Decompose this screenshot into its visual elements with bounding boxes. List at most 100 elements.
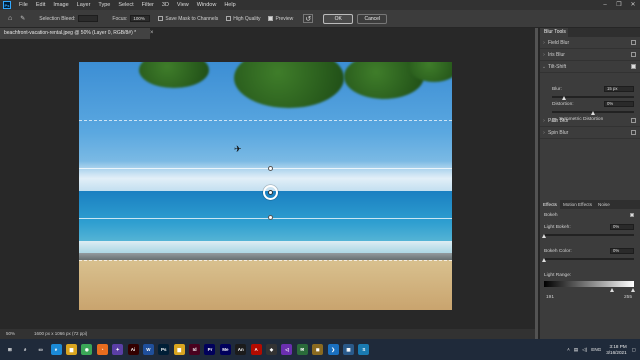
- menu-3d[interactable]: 3D: [158, 2, 173, 8]
- tilt-shift-handle-bottom[interactable]: [268, 215, 273, 220]
- canvas-area[interactable]: ✈: [0, 39, 535, 329]
- app-icon[interactable]: ▦: [342, 344, 354, 355]
- symmetric-distortion-checkbox[interactable]: [552, 118, 556, 122]
- menu-window[interactable]: Window: [193, 2, 221, 8]
- menu-type[interactable]: Type: [94, 2, 114, 8]
- chrome-icon[interactable]: ◉: [81, 344, 93, 355]
- tilt-shift-feather-line-bottom[interactable]: [79, 260, 452, 261]
- chevron-right-icon[interactable]: ›: [540, 40, 548, 46]
- menu-layer[interactable]: Layer: [73, 2, 95, 8]
- minimize-icon[interactable]: –: [598, 0, 612, 10]
- tilt-shift-handle-top[interactable]: [268, 166, 273, 171]
- photoshop-icon[interactable]: Ps: [158, 344, 170, 355]
- light-range-knob-min[interactable]: [610, 288, 614, 292]
- chevron-right-icon[interactable]: ›: [540, 52, 548, 58]
- light-bokeh-slider-track[interactable]: [544, 234, 634, 236]
- windows-start-icon[interactable]: ⊞: [4, 344, 16, 355]
- edge-icon[interactable]: e: [50, 344, 62, 355]
- document-info[interactable]: 1600 px x 1066 px (72 ppi): [34, 329, 87, 339]
- light-range-knob-max[interactable]: [631, 288, 635, 292]
- tab-noise[interactable]: Noise: [595, 200, 613, 209]
- firefox-icon[interactable]: ◔: [96, 344, 108, 355]
- acrobat-icon[interactable]: A: [250, 344, 262, 355]
- volume-icon[interactable]: ◁): [582, 347, 587, 353]
- menu-edit[interactable]: Edit: [32, 2, 49, 8]
- vscode-icon[interactable]: ❯: [327, 344, 339, 355]
- tab-effects[interactable]: Effects: [540, 200, 560, 209]
- chevron-up-icon[interactable]: ˄: [567, 347, 570, 352]
- task-view-icon[interactable]: ▭: [35, 344, 47, 355]
- restore-icon[interactable]: ❐: [612, 0, 626, 10]
- premiere-icon[interactable]: Pr: [204, 344, 216, 355]
- blur-item-checkbox[interactable]: [631, 130, 636, 135]
- search-icon[interactable]: ⌕: [19, 344, 31, 355]
- light-bokeh-slider-knob[interactable]: [541, 234, 546, 238]
- explorer-icon[interactable]: ▆: [65, 344, 77, 355]
- tilt-shift-focus-line-top[interactable]: [79, 168, 452, 169]
- tab-blur-tools[interactable]: Blur Tools: [540, 28, 568, 37]
- preview-checkbox[interactable]: [268, 16, 274, 21]
- close-icon[interactable]: ✕: [626, 0, 640, 10]
- blur-item-tilt-shift[interactable]: ⌄ Tilt-Shift: [540, 61, 640, 73]
- distortion-slider-knob[interactable]: [590, 111, 595, 115]
- animate-icon[interactable]: An: [235, 344, 247, 355]
- app-icon[interactable]: S: [358, 344, 370, 355]
- photoshop-logo-icon: Ps: [3, 1, 11, 9]
- menu-view[interactable]: View: [173, 2, 193, 8]
- tilt-shift-focus-line-bottom[interactable]: [79, 218, 452, 219]
- zoom-level[interactable]: 50%: [6, 329, 15, 339]
- tilt-shift-feather-line-top[interactable]: [79, 120, 452, 121]
- blur-slider-knob[interactable]: [561, 96, 566, 100]
- blur-item-checkbox[interactable]: [631, 52, 636, 57]
- bokeh-color-value[interactable]: 0%: [610, 248, 634, 254]
- menu-file[interactable]: File: [15, 2, 32, 8]
- blur-item-field-blur[interactable]: › Field Blur: [540, 37, 640, 49]
- illustrator-icon[interactable]: Ai: [127, 344, 139, 355]
- bokeh-color-slider-knob[interactable]: [541, 258, 546, 262]
- indesign-icon[interactable]: Id: [189, 344, 201, 355]
- menu-help[interactable]: Help: [220, 2, 239, 8]
- document-tab[interactable]: beachfront-vacation-rental.jpeg @ 50% (L…: [0, 28, 150, 39]
- home-icon[interactable]: ⌂: [8, 15, 12, 22]
- clock[interactable]: 3:18 PM 3/16/2021: [606, 344, 626, 356]
- visual-studio-icon[interactable]: ◁: [281, 344, 293, 355]
- media-encoder-icon[interactable]: Me: [219, 344, 231, 355]
- bokeh-color-slider-track[interactable]: [544, 258, 634, 260]
- chevron-down-icon[interactable]: ⌄: [540, 64, 548, 70]
- blur-item-iris-blur[interactable]: › Iris Blur: [540, 49, 640, 61]
- close-icon[interactable]: ×: [150, 28, 154, 39]
- blur-item-spin-blur[interactable]: › Spin Blur: [540, 127, 640, 139]
- blur-value-field[interactable]: 15 px: [604, 86, 634, 92]
- menu-select[interactable]: Select: [114, 2, 137, 8]
- app-icon[interactable]: ✦: [112, 344, 124, 355]
- menu-image[interactable]: Image: [49, 2, 72, 8]
- high-quality-checkbox[interactable]: [226, 16, 232, 21]
- notification-icon[interactable]: ▢: [632, 347, 636, 353]
- network-icon[interactable]: ▤: [574, 347, 578, 353]
- app-icon[interactable]: ◆: [266, 344, 278, 355]
- bokeh-checkbox[interactable]: [630, 213, 634, 217]
- explorer-icon[interactable]: ▆: [173, 344, 185, 355]
- blur-pin-center[interactable]: [268, 190, 273, 195]
- word-icon[interactable]: W: [142, 344, 154, 355]
- chevron-right-icon[interactable]: ›: [540, 130, 548, 136]
- reset-icon[interactable]: ↺: [303, 14, 314, 23]
- light-range-gradient[interactable]: [544, 281, 634, 287]
- menu-filter[interactable]: Filter: [138, 2, 158, 8]
- ok-button[interactable]: OK: [323, 13, 354, 24]
- beach-photo[interactable]: ✈: [79, 62, 452, 310]
- light-bokeh-value[interactable]: 0%: [610, 224, 634, 230]
- distortion-value-field[interactable]: 0%: [604, 101, 634, 107]
- tab-motion-effects[interactable]: Motion Effects: [560, 200, 595, 209]
- app-icon[interactable]: ◼: [312, 344, 324, 355]
- blur-item-checkbox[interactable]: [631, 64, 636, 69]
- blur-item-checkbox[interactable]: [631, 40, 636, 45]
- high-quality-label: High Quality: [233, 15, 261, 22]
- focus-field[interactable]: 100%: [130, 15, 151, 22]
- tool-icon[interactable]: ✎: [20, 15, 25, 22]
- selection-bleed-field[interactable]: [78, 15, 99, 22]
- chat-icon[interactable]: ✉: [296, 344, 308, 355]
- language-indicator[interactable]: ENG: [591, 347, 601, 352]
- cancel-button[interactable]: Cancel: [357, 13, 388, 24]
- save-mask-checkbox[interactable]: [158, 16, 164, 21]
